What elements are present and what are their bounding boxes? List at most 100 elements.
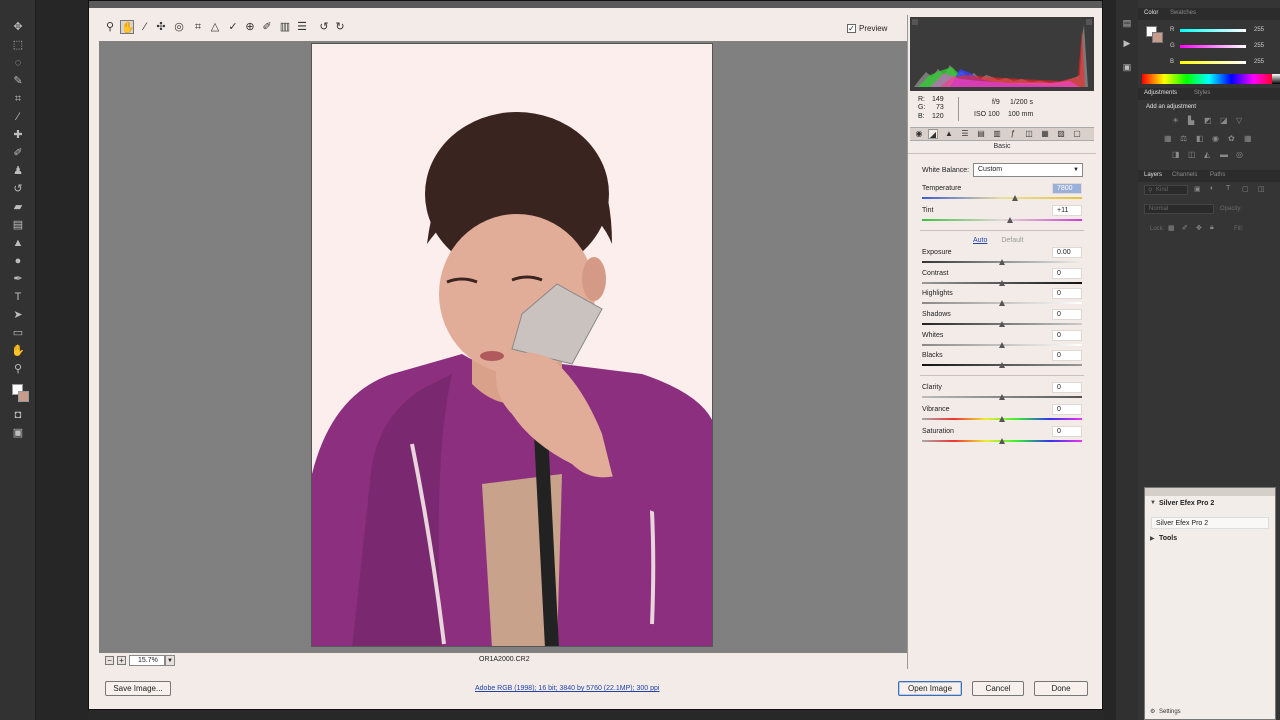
clarity-value[interactable]: 0 (1052, 382, 1082, 393)
quick-select-tool-icon[interactable]: ✎ (9, 74, 27, 88)
dodge-tool-icon[interactable]: ● (9, 254, 27, 268)
brush-tool-icon[interactable]: ✐ (9, 146, 27, 160)
collapse-triangle-icon[interactable]: ▼ (1150, 500, 1156, 506)
zoom-icon[interactable]: ⚲ (103, 20, 117, 34)
healing-tool-icon[interactable]: ✚ (9, 128, 27, 142)
filter-shape-icon[interactable]: ▢ (1242, 185, 1249, 193)
preferences-icon[interactable]: ☰ (295, 20, 309, 34)
actions-panel-icon[interactable]: ▶ (1120, 38, 1134, 50)
adjustment-brush-icon[interactable]: ✐ (260, 20, 274, 34)
gradient-tool-icon[interactable]: ▤ (9, 218, 27, 232)
color-balance-icon[interactable]: ⚖ (1180, 134, 1187, 143)
silver-efex-settings[interactable]: Settings (1159, 709, 1181, 715)
tab-effects-icon[interactable]: ƒ (1008, 129, 1018, 139)
blacks-value[interactable]: 0 (1052, 350, 1082, 361)
rotate-right-icon[interactable]: ↻ (333, 20, 347, 34)
tab-lens-icon[interactable]: ▥ (992, 129, 1002, 139)
lock-pixels-icon[interactable]: ▦ (1168, 224, 1175, 232)
dialog-titlebar[interactable] (89, 1, 1102, 8)
tab-color[interactable]: Color (1144, 10, 1158, 16)
blend-mode-select[interactable]: Normal (1144, 204, 1214, 214)
color-g-slider[interactable] (1180, 45, 1246, 48)
stamp-tool-icon[interactable]: ♟ (9, 164, 27, 178)
tab-layers[interactable]: Layers (1144, 172, 1162, 178)
tab-detail-icon[interactable]: ▲ (944, 129, 954, 139)
invert-icon[interactable]: ◨ (1172, 150, 1180, 159)
layer-filter-select[interactable]: ⚲ Kind (1144, 185, 1188, 195)
lasso-tool-icon[interactable]: ◌ (9, 56, 27, 70)
saturation-value[interactable]: 0 (1052, 426, 1082, 437)
vibrance-value[interactable]: 0 (1052, 404, 1082, 415)
levels-icon[interactable]: ▙ (1188, 116, 1194, 125)
color-r-value[interactable]: 255 (1254, 27, 1264, 33)
color-b-slider[interactable] (1180, 61, 1246, 64)
zoom-dropdown-icon[interactable]: ▼ (165, 655, 175, 666)
quick-mask-icon[interactable]: ◘ (9, 408, 27, 422)
vibrance-adj-icon[interactable]: ▽ (1236, 116, 1242, 125)
contrast-value[interactable]: 0 (1052, 268, 1082, 279)
color-lookup-icon[interactable]: ▦ (1244, 134, 1252, 143)
eyedropper-tool-icon[interactable]: ⁄ (9, 110, 27, 124)
exposure-adj-icon[interactable]: ◪ (1220, 116, 1228, 125)
tint-thumb[interactable] (1007, 217, 1013, 223)
pen-tool-icon[interactable]: ✒ (9, 272, 27, 286)
history-brush-tool-icon[interactable]: ↺ (9, 182, 27, 196)
rotate-left-icon[interactable]: ↺ (317, 20, 331, 34)
lock-all-icon[interactable]: 🔒︎ (1210, 224, 1214, 232)
auto-link[interactable]: Auto (973, 237, 987, 244)
tab-adjustments[interactable]: Adjustments (1144, 90, 1177, 96)
tab-channels[interactable]: Channels (1172, 172, 1197, 178)
path-select-tool-icon[interactable]: ➤ (9, 308, 27, 322)
shadows-value[interactable]: 0 (1052, 309, 1082, 320)
filter-smart-icon[interactable]: ◫ (1258, 185, 1265, 193)
workflow-options-link[interactable]: Adobe RGB (1998); 16 bit; 3840 by 5760 (… (475, 685, 659, 692)
color-background-swatch[interactable] (1152, 32, 1163, 43)
tab-paths[interactable]: Paths (1210, 172, 1225, 178)
temperature-thumb[interactable] (1011, 195, 1018, 201)
properties-panel-icon[interactable]: ▣ (1120, 62, 1134, 74)
silver-efex-panel-header[interactable] (1145, 488, 1275, 496)
tab-hsl-icon[interactable]: ☰ (960, 129, 970, 139)
preview-checkbox[interactable]: ✓ Preview (847, 23, 907, 35)
graduated-filter-icon[interactable]: ▥ (278, 20, 292, 34)
image-preview-area[interactable] (99, 41, 995, 653)
tab-swatches[interactable]: Swatches (1170, 10, 1196, 16)
curves-icon[interactable]: ◩ (1204, 116, 1212, 125)
tint-value[interactable]: +11 (1052, 205, 1082, 216)
white-balance-icon[interactable]: ⁄ (138, 20, 152, 34)
shadows-thumb[interactable] (999, 321, 1005, 327)
crop-tool-icon[interactable]: ⌗ (9, 92, 27, 106)
channel-mixer-icon[interactable]: ✿ (1228, 134, 1235, 143)
black-white-icon[interactable]: ◧ (1196, 134, 1204, 143)
blur-tool-icon[interactable]: ▲ (9, 236, 27, 250)
blacks-thumb[interactable] (999, 362, 1005, 368)
clarity-thumb[interactable] (999, 394, 1005, 400)
color-spectrum[interactable] (1142, 74, 1276, 84)
brightness-contrast-icon[interactable]: ☀ (1172, 116, 1179, 125)
color-b-value[interactable]: 255 (1254, 59, 1264, 65)
zoom-level-field[interactable]: 15.7% (129, 655, 165, 666)
whites-value[interactable]: 0 (1052, 330, 1082, 341)
tint-track[interactable] (922, 219, 1082, 221)
white-balance-select[interactable]: Custom ▼ (973, 163, 1083, 177)
tab-split-toning-icon[interactable]: ▤ (976, 129, 986, 139)
spot-removal-icon[interactable]: ✓ (226, 20, 240, 34)
eraser-tool-icon[interactable]: ▰ (9, 200, 27, 214)
zoom-out-button[interactable]: − (105, 656, 114, 665)
tab-camera-calibration-icon[interactable]: ◫ (1024, 129, 1034, 139)
hand-tool-icon[interactable]: ✋ (9, 344, 27, 358)
shape-tool-icon[interactable]: ▭ (9, 326, 27, 340)
tab-menu-icon[interactable]: ▢ (1072, 129, 1082, 139)
silver-efex-tools[interactable]: Tools (1159, 535, 1177, 542)
lock-image-icon[interactable]: ✐ (1182, 224, 1188, 232)
temperature-track[interactable] (922, 197, 1082, 199)
hue-saturation-icon[interactable]: ▦ (1164, 134, 1172, 143)
crop-icon[interactable]: ⌗ (191, 20, 205, 34)
selective-color-icon[interactable]: ◎ (1236, 150, 1243, 159)
settings-icon[interactable]: ⚙ (1150, 708, 1155, 715)
highlights-thumb[interactable] (999, 300, 1005, 306)
lock-position-icon[interactable]: ✥ (1196, 224, 1202, 232)
color-g-value[interactable]: 255 (1254, 43, 1264, 49)
background-color-swatch[interactable] (18, 391, 29, 402)
tab-tone-curve-icon[interactable]: ◢ (928, 129, 938, 139)
